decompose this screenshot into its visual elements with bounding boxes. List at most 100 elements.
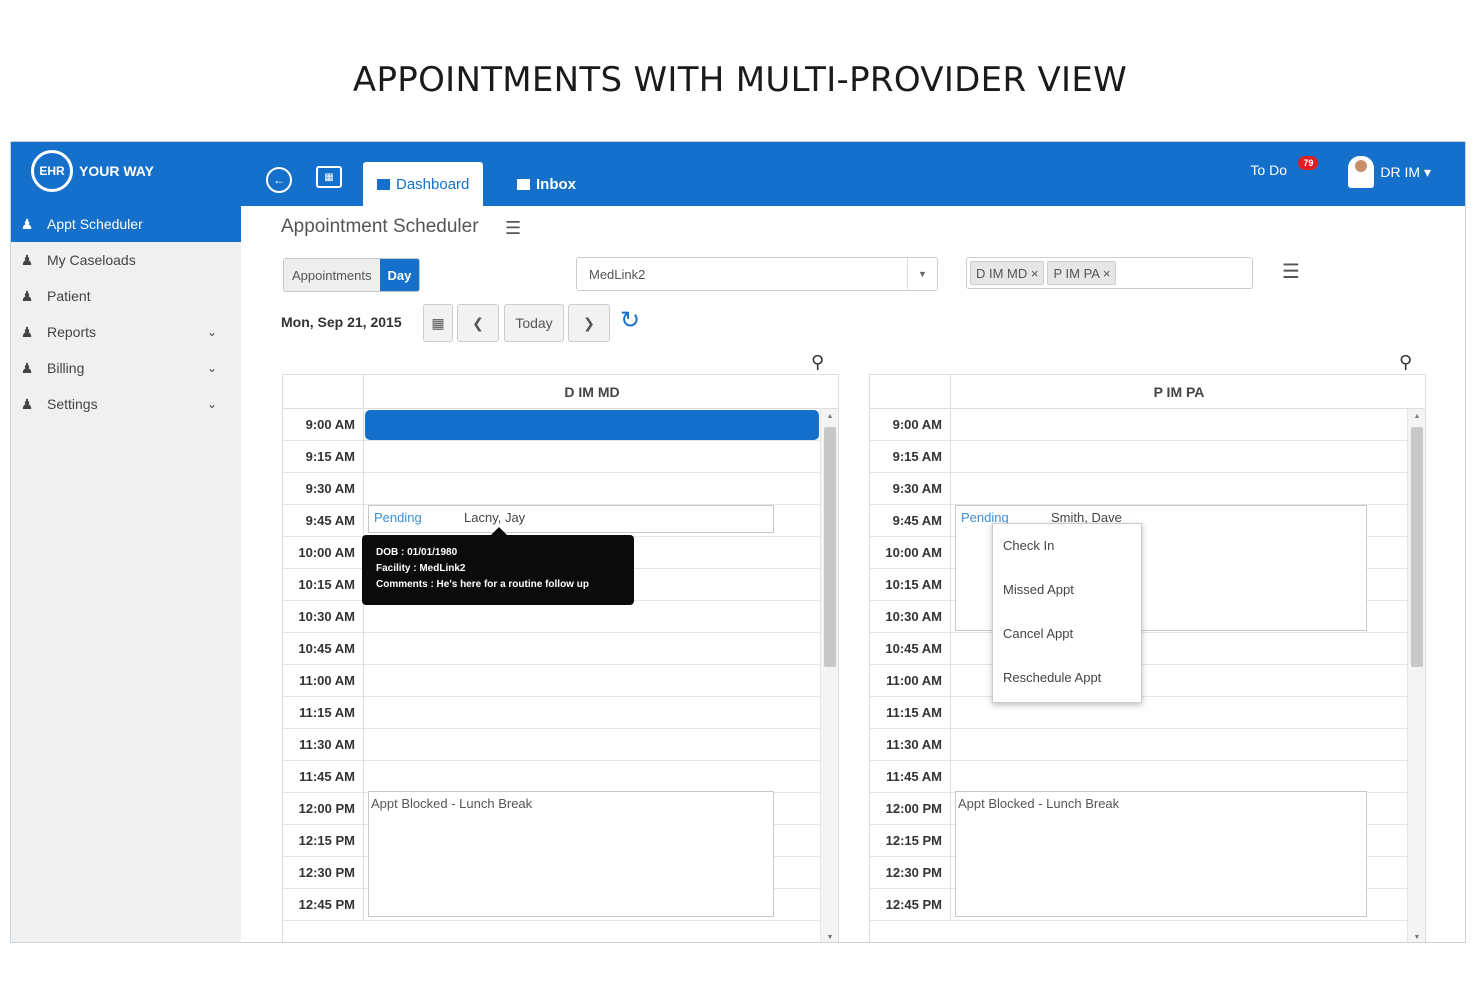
refresh-icon[interactable]: ↻ <box>620 306 640 335</box>
scrollbar[interactable]: ▲ ▼ <box>820 409 838 942</box>
menu-item-reschedule-appt[interactable]: Reschedule Appt <box>993 656 1141 700</box>
time-label: 10:00 AM <box>283 537 364 569</box>
scroll-down-icon[interactable]: ▼ <box>1408 934 1425 941</box>
time-slot-row[interactable]: 11:00 AM <box>283 665 820 697</box>
time-label: 9:30 AM <box>870 473 951 505</box>
provider-chip[interactable]: D IM MD × <box>970 261 1045 285</box>
sidebar-item-label: Billing <box>47 360 85 376</box>
appointment-status: Pending <box>374 510 422 525</box>
provider-chip[interactable]: P IM PA × <box>1047 261 1117 285</box>
provider-name: P IM PA <box>1153 384 1205 400</box>
todo-label: To Do <box>1250 162 1287 178</box>
users-icon: ♟ <box>20 359 34 376</box>
time-slot-row[interactable]: 11:30 AM <box>870 729 1407 761</box>
time-slot-row[interactable]: 9:30 AM <box>283 473 820 505</box>
appointments-view-button[interactable]: Appointments <box>284 259 380 291</box>
chevron-right-icon: ❯ <box>583 314 595 331</box>
provider-name: D IM MD <box>564 384 620 400</box>
calendar-header: D IM MD <box>283 375 838 409</box>
tab-inbox[interactable]: Inbox <box>503 162 590 206</box>
ehr-app-window: EHR YOUR WAY ← ▦ Dashboard Inbox To Do 7… <box>10 141 1466 943</box>
scrollbar-thumb[interactable] <box>1411 427 1423 667</box>
user-menu[interactable]: DR IM ▾ <box>1348 156 1431 188</box>
scroll-down-icon[interactable]: ▼ <box>821 934 838 941</box>
time-slot-row[interactable]: 10:45 AM <box>283 633 820 665</box>
time-label: 10:15 AM <box>283 569 364 601</box>
sidebar-item-label: Settings <box>47 396 98 412</box>
calendar-picker-button[interactable]: ▦ <box>423 304 453 342</box>
sidebar: ♟ Appt Scheduler ♟ My Caseloads ♟ Patien… <box>11 206 241 942</box>
time-slot-row[interactable]: 10:30 AM <box>283 601 820 633</box>
sidebar-item-label: My Caseloads <box>47 252 136 268</box>
provider-multiselect[interactable]: D IM MD × P IM PA × <box>966 257 1253 289</box>
time-slot-row[interactable]: 9:00 AM <box>870 409 1407 441</box>
sidebar-item-settings[interactable]: ♟ Settings ⌄ <box>11 386 241 422</box>
menu-item-missed-appt[interactable]: Missed Appt <box>993 568 1141 612</box>
time-label: 12:00 PM <box>283 793 364 825</box>
options-menu-icon[interactable]: ☰ <box>1282 259 1300 284</box>
menu-item-check-in[interactable]: Check In <box>993 524 1141 568</box>
appointment-card[interactable]: Pending Lacny, Jay <box>368 505 774 533</box>
back-arrow-icon[interactable]: ← <box>266 167 292 193</box>
time-slot-row[interactable]: 11:45 AM <box>283 761 820 793</box>
time-slot-row[interactable]: 9:15 AM <box>870 441 1407 473</box>
time-label: 9:15 AM <box>870 441 951 473</box>
time-slot-row[interactable]: 9:30 AM <box>870 473 1407 505</box>
calendar-header: P IM PA <box>870 375 1425 409</box>
menu-item-cancel-appt[interactable]: Cancel Appt <box>993 612 1141 656</box>
sidebar-item-my-caseloads[interactable]: ♟ My Caseloads <box>11 242 241 278</box>
time-label: 12:15 PM <box>283 825 364 857</box>
blocked-slot[interactable]: Appt Blocked - Lunch Break <box>368 791 774 917</box>
time-label: 9:45 AM <box>870 505 951 537</box>
time-label: 12:00 PM <box>870 793 951 825</box>
blocked-slot[interactable]: Appt Blocked - Lunch Break <box>955 791 1367 917</box>
tab-dashboard[interactable]: Dashboard <box>363 162 484 206</box>
time-label: 10:45 AM <box>870 633 951 665</box>
scroll-up-icon[interactable]: ▲ <box>821 413 838 420</box>
time-slot-row[interactable]: 11:30 AM <box>283 729 820 761</box>
tooltip-dob: DOB : 01/01/1980 <box>376 547 458 558</box>
prev-day-button[interactable]: ❮ <box>457 304 499 342</box>
facility-select[interactable]: MedLink2 ▼ <box>576 257 938 291</box>
todo-count-badge: 79 <box>1298 156 1319 170</box>
logo-text: YOUR WAY <box>79 163 154 179</box>
time-label: 9:00 AM <box>283 409 364 441</box>
chevron-down-icon: ⌄ <box>206 361 217 375</box>
users-icon: ♟ <box>20 215 34 232</box>
time-slot-row[interactable]: 11:45 AM <box>870 761 1407 793</box>
zoom-in-icon[interactable]: ⚲ <box>1399 352 1412 373</box>
menu-icon[interactable]: ☰ <box>505 218 521 239</box>
scrollbar-thumb[interactable] <box>824 427 836 667</box>
appointment-selected-slot[interactable] <box>365 410 819 440</box>
provider-calendar-p-im-pa: P IM PA 9:00 AM 9:15 AM 9:30 AM 9:45 AM 10:0… <box>869 374 1426 942</box>
calendar-grid-icon[interactable]: ▦ <box>316 166 342 188</box>
scroll-up-icon[interactable]: ▲ <box>1408 413 1425 420</box>
zoom-in-icon[interactable]: ⚲ <box>811 352 824 373</box>
next-day-button[interactable]: ❯ <box>568 304 610 342</box>
scrollbar[interactable]: ▲ ▼ <box>1407 409 1425 942</box>
tooltip-facility: Facility : MedLink2 <box>376 563 466 574</box>
time-slot-row[interactable]: 9:15 AM <box>283 441 820 473</box>
sidebar-item-billing[interactable]: ♟ Billing ⌄ <box>11 350 241 386</box>
users-icon: ♟ <box>20 323 34 340</box>
logo[interactable]: EHR YOUR WAY <box>31 150 154 192</box>
sidebar-item-patient[interactable]: ♟ Patient <box>11 278 241 314</box>
users-icon: ♟ <box>20 251 34 268</box>
sidebar-item-appt-scheduler[interactable]: ♟ Appt Scheduler <box>11 206 241 242</box>
sidebar-item-reports[interactable]: ♟ Reports ⌄ <box>11 314 241 350</box>
today-button[interactable]: Today <box>504 304 564 342</box>
time-label: 9:30 AM <box>283 473 364 505</box>
todo-link[interactable]: To Do 79 <box>1250 156 1319 178</box>
sidebar-item-label: Reports <box>47 324 97 340</box>
tooltip-comments: Comments : He's here for a routine follo… <box>376 579 589 590</box>
time-slot-row[interactable]: 11:15 AM <box>283 697 820 729</box>
sidebar-item-label: Patient <box>47 288 91 304</box>
tab-dashboard-label: Dashboard <box>396 175 470 193</box>
day-view-button[interactable]: Day <box>379 259 420 291</box>
time-label: 10:00 AM <box>870 537 951 569</box>
patient-name: Lacny, Jay <box>464 510 526 525</box>
tab-inbox-label: Inbox <box>536 175 576 193</box>
time-label: 12:30 PM <box>870 857 951 889</box>
users-icon: ♟ <box>20 287 34 304</box>
time-label: 11:15 AM <box>283 697 364 729</box>
